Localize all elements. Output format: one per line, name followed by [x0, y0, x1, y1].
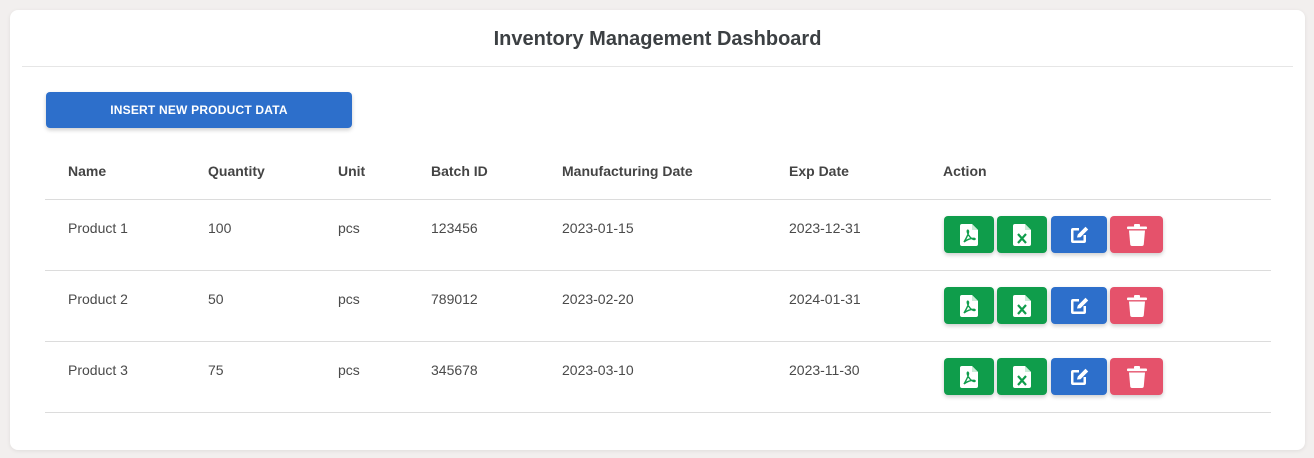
- cell-batch-id: 123456: [431, 220, 478, 236]
- delete-button[interactable]: [1110, 287, 1163, 324]
- edit-icon: [1068, 224, 1090, 246]
- export-excel-button[interactable]: [997, 358, 1047, 395]
- column-header-unit: Unit: [338, 163, 366, 179]
- export-pdf-button[interactable]: [944, 216, 994, 253]
- export-pdf-button[interactable]: [944, 358, 994, 395]
- cell-quantity: 100: [208, 220, 232, 236]
- cell-manufacturing-date: 2023-01-15: [562, 220, 634, 236]
- cell-quantity: 50: [208, 291, 224, 307]
- cell-exp-date: 2024-01-31: [789, 291, 861, 307]
- column-header-batch-id: Batch ID: [431, 163, 488, 179]
- trash-icon: [1126, 365, 1147, 388]
- insert-new-product-button[interactable]: INSERT NEW PRODUCT DATA: [46, 92, 352, 128]
- cell-name: Product 1: [68, 220, 128, 236]
- cell-batch-id: 789012: [431, 291, 478, 307]
- export-pdf-button[interactable]: [944, 287, 994, 324]
- pdf-file-icon: [960, 223, 978, 246]
- edit-icon: [1068, 366, 1090, 388]
- excel-file-icon: [1013, 223, 1031, 246]
- cell-unit: pcs: [338, 220, 360, 236]
- cell-unit: pcs: [338, 291, 360, 307]
- column-header-manufacturing-date: Manufacturing Date: [562, 163, 693, 179]
- table-row: Product 2 50 pcs 789012 2023-02-20 2024-…: [45, 271, 1271, 342]
- table-row: Product 3 75 pcs 345678 2023-03-10 2023-…: [45, 342, 1271, 413]
- delete-button[interactable]: [1110, 358, 1163, 395]
- cell-batch-id: 345678: [431, 362, 478, 378]
- column-header-quantity: Quantity: [208, 163, 265, 179]
- page-title: Inventory Management Dashboard: [22, 10, 1293, 67]
- trash-icon: [1126, 223, 1147, 246]
- cell-exp-date: 2023-12-31: [789, 220, 861, 236]
- cell-manufacturing-date: 2023-03-10: [562, 362, 634, 378]
- dashboard-card: Inventory Management Dashboard INSERT NE…: [10, 10, 1305, 450]
- edit-icon: [1068, 295, 1090, 317]
- excel-file-icon: [1013, 294, 1031, 317]
- cell-name: Product 2: [68, 291, 128, 307]
- cell-unit: pcs: [338, 362, 360, 378]
- table-header-row: Name Quantity Unit Batch ID Manufacturin…: [45, 136, 1271, 200]
- inventory-table: Name Quantity Unit Batch ID Manufacturin…: [45, 136, 1271, 413]
- edit-button[interactable]: [1051, 287, 1107, 324]
- pdf-file-icon: [960, 294, 978, 317]
- export-excel-button[interactable]: [997, 216, 1047, 253]
- cell-name: Product 3: [68, 362, 128, 378]
- table-row: Product 1 100 pcs 123456 2023-01-15 2023…: [45, 200, 1271, 271]
- cell-manufacturing-date: 2023-02-20: [562, 291, 634, 307]
- cell-exp-date: 2023-11-30: [789, 362, 860, 378]
- cell-quantity: 75: [208, 362, 224, 378]
- delete-button[interactable]: [1110, 216, 1163, 253]
- column-header-action: Action: [943, 163, 987, 179]
- edit-button[interactable]: [1051, 358, 1107, 395]
- excel-file-icon: [1013, 365, 1031, 388]
- column-header-name: Name: [68, 163, 107, 179]
- export-excel-button[interactable]: [997, 287, 1047, 324]
- trash-icon: [1126, 294, 1147, 317]
- edit-button[interactable]: [1051, 216, 1107, 253]
- pdf-file-icon: [960, 365, 978, 388]
- column-header-exp-date: Exp Date: [789, 163, 849, 179]
